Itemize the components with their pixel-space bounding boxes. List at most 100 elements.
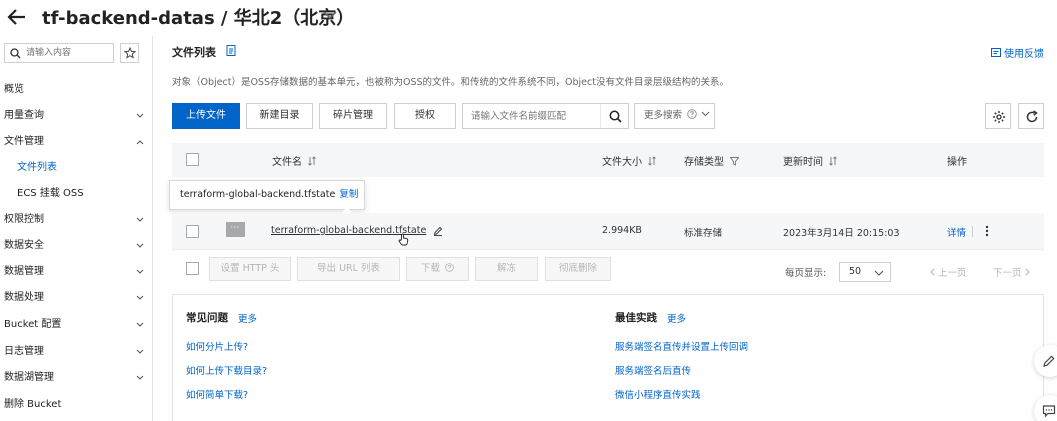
- file-search[interactable]: [462, 103, 629, 129]
- chevron-right-icon: [1025, 268, 1030, 276]
- unfreeze-button[interactable]: 解冻: [475, 257, 538, 281]
- per-page-select[interactable]: 50: [839, 262, 891, 282]
- faq-link[interactable]: 如何简单下载?: [186, 387, 248, 401]
- sidebar-item-overview[interactable]: 概览: [4, 81, 148, 99]
- copy-link[interactable]: 复制: [339, 189, 358, 200]
- edit-icon[interactable]: [433, 226, 443, 236]
- download-button[interactable]: 下载: [406, 257, 469, 281]
- chevron-down-icon: [136, 322, 144, 327]
- feedback-icon: [991, 48, 1001, 57]
- sidebar-item-file-list[interactable]: 文件列表: [17, 159, 148, 177]
- chevron-down-icon: [136, 217, 144, 222]
- sidebar-item-bucket-config[interactable]: Bucket 配置: [4, 316, 148, 334]
- chevron-down-icon: [136, 295, 144, 300]
- column-header-updated[interactable]: 更新时间: [783, 153, 838, 168]
- more-vertical-icon[interactable]: [985, 225, 989, 237]
- search-icon: [609, 110, 622, 123]
- refresh-button[interactable]: [1018, 103, 1044, 129]
- star-icon: [124, 47, 136, 59]
- sort-icon: [648, 156, 657, 166]
- best-practice-link[interactable]: 微信小程序直传实践: [615, 387, 701, 401]
- export-url-list-button[interactable]: 导出 URL 列表: [297, 257, 400, 281]
- updated-time: 2023年3月14日 20:15:03: [783, 228, 900, 239]
- prev-page-button[interactable]: 上一页: [929, 265, 967, 279]
- column-header-name[interactable]: 文件名: [272, 153, 317, 168]
- sidebar-item-data-security[interactable]: 数据安全: [4, 237, 148, 255]
- chevron-down-icon: [701, 111, 710, 117]
- permanent-delete-button[interactable]: 彻底删除: [545, 257, 611, 281]
- sidebar-item-file-management[interactable]: 文件管理: [4, 133, 148, 151]
- chevron-down-icon: [874, 270, 884, 276]
- select-all-checkbox[interactable]: [186, 153, 199, 166]
- chevron-up-icon: [136, 140, 144, 145]
- search-button[interactable]: [600, 104, 628, 128]
- top-bar: tf-backend-datas / 华北2（北京）: [0, 0, 1057, 36]
- sidebar-item-data-management[interactable]: 数据管理: [4, 263, 148, 281]
- sidebar: 概览 用量查询 文件管理 文件列表 ECS 挂载 OSS 权限控制 数据安全 数…: [0, 36, 153, 421]
- chevron-down-icon: [136, 349, 144, 354]
- column-header-size[interactable]: 文件大小: [602, 153, 657, 168]
- best-practice-more-link[interactable]: 更多: [667, 311, 686, 325]
- set-http-header-button[interactable]: 设置 HTTP 头: [209, 257, 291, 281]
- bulk-select-checkbox[interactable]: [186, 262, 199, 275]
- hand-cursor-icon: [398, 233, 409, 246]
- sidebar-item-data-lake[interactable]: 数据湖管理: [4, 369, 148, 387]
- chevron-down-icon[interactable]: [322, 9, 338, 21]
- search-icon: [10, 48, 21, 59]
- sort-icon: [829, 156, 838, 166]
- best-practice-link[interactable]: 服务端签名直传并设置上传回调: [615, 339, 748, 353]
- file-size: 2.994KB: [602, 225, 642, 236]
- chat-icon: [1042, 405, 1056, 418]
- faq-link[interactable]: 如何上传下载目录?: [186, 363, 267, 377]
- column-header-storage[interactable]: 存储类型: [684, 153, 740, 168]
- fragment-management-button[interactable]: 碎片管理: [319, 103, 387, 129]
- refresh-icon: [1026, 110, 1038, 123]
- best-practice-title: 最佳实践: [615, 312, 657, 324]
- sidebar-item-usage[interactable]: 用量查询: [4, 107, 148, 125]
- table-header: 文件名 文件大小 存储类型 更新时间 操作: [172, 143, 1044, 177]
- back-arrow-icon[interactable]: [6, 6, 28, 28]
- gear-icon: [993, 111, 1005, 123]
- sidebar-item-access-control[interactable]: 权限控制: [4, 211, 148, 229]
- upload-file-button[interactable]: 上传文件: [172, 103, 240, 129]
- row-checkbox[interactable]: [186, 225, 199, 238]
- sidebar-item-log-management[interactable]: 日志管理: [4, 343, 148, 361]
- faq-more-link[interactable]: 更多: [238, 311, 257, 325]
- help-circle-icon: [687, 109, 697, 119]
- authorize-button[interactable]: 授权: [394, 103, 456, 129]
- chevron-down-icon: [136, 375, 144, 380]
- filter-icon: [729, 157, 740, 166]
- column-header-actions: 操作: [947, 157, 967, 168]
- sidebar-search-input[interactable]: [26, 46, 110, 60]
- sidebar-item-ecs-mount[interactable]: ECS 挂载 OSS: [17, 185, 148, 203]
- favorite-button[interactable]: [120, 43, 139, 63]
- faq-title: 常见问题: [186, 312, 228, 324]
- feedback-link[interactable]: 使用反馈: [991, 45, 1044, 60]
- sidebar-item-data-processing[interactable]: 数据处理: [4, 289, 148, 307]
- description-text: 对象（Object）是OSS存储数据的基本单元，也被称为OSS的文件。和传统的文…: [172, 77, 729, 88]
- sidebar-item-delete-bucket[interactable]: 删除 Bucket: [4, 396, 148, 414]
- document-icon[interactable]: [226, 45, 236, 56]
- next-page-button[interactable]: 下一页: [993, 265, 1031, 279]
- sort-icon: [308, 156, 317, 166]
- help-panel: 常见问题 更多 如何分片上传? 如何上传下载目录? 如何简单下载? 最佳实践 更…: [172, 294, 1044, 421]
- detail-link[interactable]: 详情: [947, 225, 966, 239]
- file-icon: [226, 222, 245, 237]
- sidebar-search[interactable]: [4, 43, 114, 63]
- chevron-down-icon: [136, 113, 144, 118]
- chevron-down-icon: [136, 269, 144, 274]
- action-separator: [972, 226, 973, 237]
- section-title: 文件列表: [172, 46, 216, 59]
- more-search-dropdown[interactable]: 更多搜索: [634, 103, 715, 129]
- page-title: tf-backend-datas / 华北2（北京）: [42, 8, 355, 29]
- main-content: 文件列表 使用反馈 对象（Object）是OSS存储数据的基本单元，也被称为OS…: [153, 36, 1057, 421]
- faq-link[interactable]: 如何分片上传?: [186, 339, 248, 353]
- new-directory-button[interactable]: 新建目录: [246, 103, 313, 129]
- file-search-input[interactable]: [471, 109, 599, 124]
- filename-tooltip: terraform-global-backend.tfstate 复制: [169, 180, 365, 210]
- settings-button[interactable]: [985, 103, 1011, 129]
- table-row[interactable]: terraform-global-backend.tfstate 2.994KB…: [172, 213, 1044, 250]
- storage-class: 标准存储: [684, 228, 723, 239]
- chevron-left-icon: [930, 268, 935, 276]
- best-practice-link[interactable]: 服务端签名后直传: [615, 363, 691, 377]
